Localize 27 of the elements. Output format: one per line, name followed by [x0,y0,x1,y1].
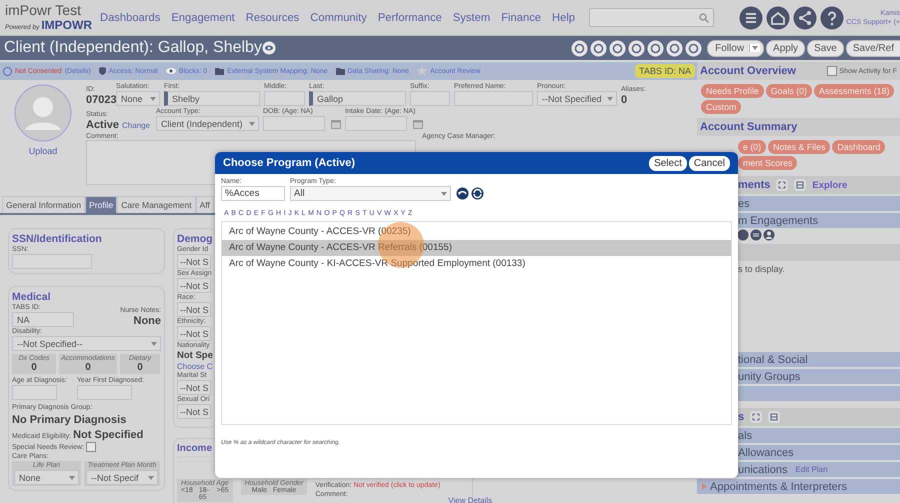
field-value: 0 [621,94,628,106]
card-title: Income [177,443,214,454]
section-title: s [738,411,744,423]
row-label: unity Groups [738,370,800,382]
row-label: tional & Social [738,354,808,366]
section-title: Account Summary [700,121,798,133]
page-title: Client (Independent): Gallop, Shelby [4,39,262,57]
follow-label: Follow [715,42,744,54]
field-value: Not Spe [177,350,213,361]
row-label: Allowances [738,446,794,458]
row-label: unications [738,464,788,476]
card-title: Demog [177,233,213,245]
field-value: None [134,315,161,327]
section-title: ments [738,179,770,191]
field-value: Active [86,119,120,131]
section-title: Account Overview [700,65,796,77]
row-label: es [738,198,750,210]
row-label: m Engagements [738,214,818,226]
row-label: Appointments & Interpreters [710,480,847,492]
tabs-id-badge: TABS ID: NA [635,64,695,78]
row-label: als [738,430,752,442]
card-title: SSN/Identification [12,233,103,245]
empty-message: s to display. [737,263,786,276]
brand-logo: IMPOWR [41,18,92,32]
dialog-title: Choose Program (Active) [223,157,356,169]
app-name: imPowr Test [5,3,82,18]
card-title: Medical [12,291,52,303]
